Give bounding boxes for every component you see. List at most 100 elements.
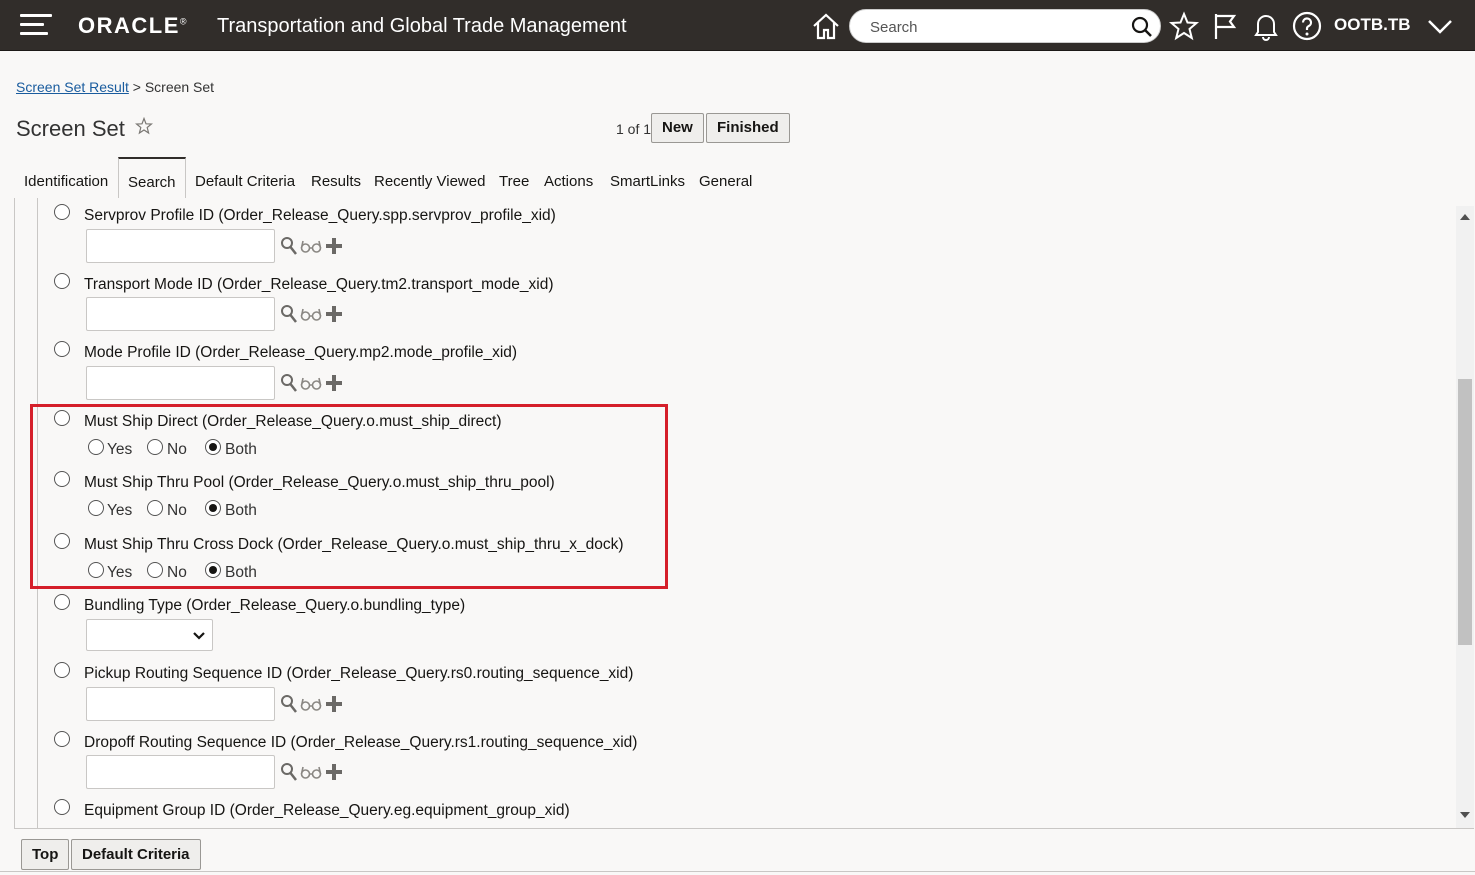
- must-ship-thru-pool-no-radio[interactable]: [147, 500, 163, 516]
- must-ship-thru-x-dock-no-radio[interactable]: [147, 562, 163, 578]
- field-select-radio[interactable]: [54, 662, 70, 678]
- vertical-scrollbar[interactable]: [1456, 206, 1474, 828]
- view-glasses-icon[interactable]: [300, 236, 322, 261]
- option-both-label: Both: [225, 564, 257, 581]
- chevron-down-icon[interactable]: [1424, 10, 1456, 42]
- new-button[interactable]: New: [651, 113, 704, 143]
- view-glasses-icon[interactable]: [300, 694, 322, 719]
- add-plus-icon[interactable]: [324, 694, 344, 719]
- option-both-label: Both: [225, 441, 257, 458]
- must-ship-direct-yes-radio[interactable]: [88, 439, 104, 455]
- field-label: Must Ship Thru Pool (Order_Release_Query…: [84, 474, 555, 491]
- tab-smartlinks[interactable]: SmartLinks: [610, 173, 685, 190]
- lookup-search-icon[interactable]: [280, 236, 298, 261]
- field-select-radio[interactable]: [54, 731, 70, 747]
- finished-button[interactable]: Finished: [706, 113, 790, 143]
- field-icons: [280, 236, 350, 256]
- search-input[interactable]: [870, 17, 1120, 37]
- field-label: Mode Profile ID (Order_Release_Query.mp2…: [84, 344, 518, 361]
- user-menu[interactable]: OOTB.TB: [1334, 15, 1411, 35]
- divider: [37, 198, 38, 828]
- must-ship-direct-no-radio[interactable]: [147, 439, 163, 455]
- field-select-radio[interactable]: [54, 204, 70, 220]
- must-ship-thru-x-dock-both-radio[interactable]: [205, 562, 221, 578]
- tab-general[interactable]: General: [699, 173, 752, 190]
- field-select-radio[interactable]: [54, 341, 70, 357]
- field-label: Servprov Profile ID (Order_Release_Query…: [84, 207, 556, 224]
- option-no-label: No: [167, 502, 187, 519]
- option-yes-label: Yes: [107, 502, 133, 519]
- field-select-radio[interactable]: [54, 410, 70, 426]
- footer-divider: [0, 871, 1475, 872]
- tab-recently-viewed[interactable]: Recently Viewed: [374, 173, 485, 190]
- field-label: Dropoff Routing Sequence ID (Order_Relea…: [84, 734, 638, 751]
- view-glasses-icon[interactable]: [300, 762, 322, 787]
- field-select-radio[interactable]: [54, 533, 70, 549]
- default-criteria-button[interactable]: Default Criteria: [71, 839, 201, 870]
- field-label: Equipment Group ID (Order_Release_Query.…: [84, 802, 570, 819]
- pickup-routing-sequence-id-input[interactable]: [86, 687, 275, 721]
- tab-identification[interactable]: Identification: [24, 173, 108, 190]
- field-icons: [280, 762, 350, 782]
- field-icons: [280, 373, 350, 393]
- scroll-thumb[interactable]: [1458, 379, 1472, 645]
- field-select-radio[interactable]: [54, 799, 70, 815]
- favorites-star-icon[interactable]: [1168, 10, 1200, 42]
- add-plus-icon[interactable]: [324, 373, 344, 398]
- search-icon[interactable]: [1130, 15, 1154, 39]
- scroll-down-arrow-icon[interactable]: [1460, 812, 1470, 818]
- must-ship-thru-pool-yes-radio[interactable]: [88, 500, 104, 516]
- home-icon[interactable]: [810, 10, 842, 42]
- option-yes-label: Yes: [107, 441, 133, 458]
- field-select-radio[interactable]: [54, 273, 70, 289]
- notifications-bell-icon[interactable]: [1250, 10, 1282, 42]
- option-no-label: No: [167, 564, 187, 581]
- field-label: Bundling Type (Order_Release_Query.o.bun…: [84, 597, 466, 614]
- mode-profile-id-input[interactable]: [86, 366, 275, 400]
- breadcrumb-separator: >: [132, 79, 141, 95]
- field-select-radio[interactable]: [54, 471, 70, 487]
- top-button[interactable]: Top: [21, 839, 70, 870]
- page-title: Screen Set: [16, 116, 125, 141]
- oracle-logo: ORACLE®: [78, 13, 189, 38]
- transport-mode-id-input[interactable]: [86, 297, 275, 331]
- pager: 1 of 1: [616, 121, 652, 137]
- chevron-down-icon: [193, 632, 205, 640]
- add-plus-icon[interactable]: [324, 762, 344, 787]
- add-plus-icon[interactable]: [324, 236, 344, 261]
- product-name: Transportation and Global Trade Manageme…: [217, 15, 627, 37]
- tab-results[interactable]: Results: [311, 173, 361, 190]
- option-yes-label: Yes: [107, 564, 133, 581]
- lookup-search-icon[interactable]: [280, 304, 298, 329]
- tab-default-criteria[interactable]: Default Criteria: [195, 173, 295, 190]
- option-no-label: No: [167, 441, 187, 458]
- favorite-star-icon[interactable]: [135, 117, 153, 135]
- bundling-type-select[interactable]: [86, 619, 213, 651]
- must-ship-direct-both-radio[interactable]: [205, 439, 221, 455]
- tab-search[interactable]: Search: [118, 157, 186, 199]
- dropoff-routing-sequence-id-input[interactable]: [86, 755, 275, 789]
- must-ship-thru-x-dock-yes-radio[interactable]: [88, 562, 104, 578]
- search-criteria-panel: Servprov Profile ID (Order_Release_Query…: [14, 198, 1474, 829]
- help-icon[interactable]: [1291, 10, 1323, 42]
- servprov-profile-id-input[interactable]: [86, 229, 275, 263]
- view-glasses-icon[interactable]: [300, 304, 322, 329]
- flag-icon[interactable]: [1209, 10, 1241, 42]
- menu-icon[interactable]: [20, 14, 52, 38]
- scroll-up-arrow-icon[interactable]: [1460, 214, 1470, 220]
- field-label: Must Ship Direct (Order_Release_Query.o.…: [84, 413, 502, 430]
- field-select-radio[interactable]: [54, 594, 70, 610]
- lookup-search-icon[interactable]: [280, 694, 298, 719]
- lookup-search-icon[interactable]: [280, 762, 298, 787]
- breadcrumb-link-screen-set-result[interactable]: Screen Set Result: [16, 79, 129, 95]
- tab-actions[interactable]: Actions: [544, 173, 593, 190]
- option-both-label: Both: [225, 502, 257, 519]
- must-ship-thru-pool-both-radio[interactable]: [205, 500, 221, 516]
- view-glasses-icon[interactable]: [300, 373, 322, 398]
- tab-bar: Identification Search Default Criteria R…: [16, 157, 1458, 199]
- global-search: [849, 9, 1161, 43]
- add-plus-icon[interactable]: [324, 304, 344, 329]
- tab-tree[interactable]: Tree: [499, 173, 529, 190]
- lookup-search-icon[interactable]: [280, 373, 298, 398]
- field-label: Transport Mode ID (Order_Release_Query.t…: [84, 276, 554, 293]
